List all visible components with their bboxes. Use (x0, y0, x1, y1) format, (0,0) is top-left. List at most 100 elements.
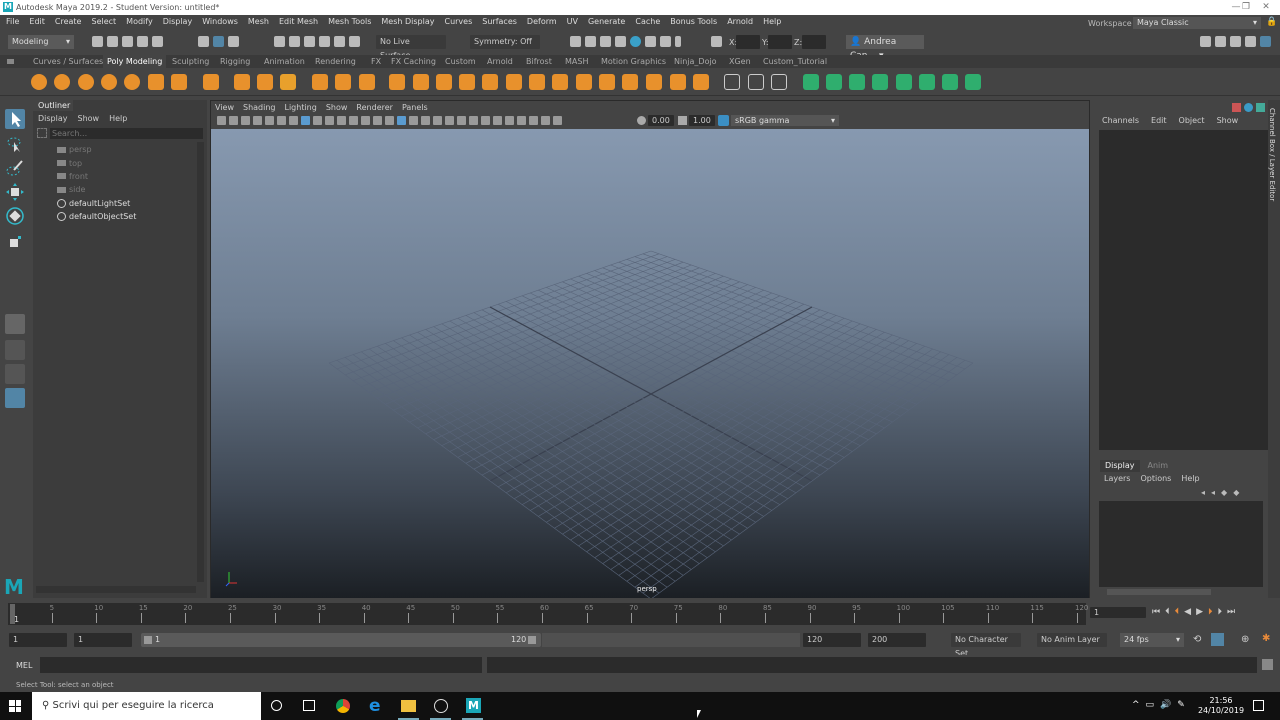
shelf-tab-ninja-dojo[interactable]: Ninja_Dojo (674, 55, 717, 68)
shelf-tab-xgen[interactable]: XGen (729, 55, 751, 68)
z-input[interactable] (802, 35, 826, 49)
mirror-icon[interactable] (413, 74, 429, 90)
color-space-dropdown[interactable]: sRGB gamma ▾ (731, 115, 839, 126)
outliner-menu-display[interactable]: Display (38, 112, 68, 125)
anti-aliasing-icon[interactable] (481, 116, 490, 125)
channel-menu-object[interactable]: Object (1179, 115, 1205, 127)
xray-joints-icon[interactable] (529, 116, 538, 125)
menu-file[interactable]: File (6, 15, 19, 29)
select-component-icon[interactable] (228, 36, 239, 47)
shelf-tab-fx-caching[interactable]: FX Caching (391, 55, 436, 68)
super-shape-icon[interactable] (234, 74, 250, 90)
outliner-menu-show[interactable]: Show (78, 112, 100, 125)
depth-of-field-icon[interactable] (493, 116, 502, 125)
layer-menu-options[interactable]: Options (1140, 473, 1171, 485)
save-scene-icon[interactable] (122, 36, 133, 47)
shelf-tab-custom[interactable]: Custom (445, 55, 476, 68)
cortana-icon[interactable] (271, 700, 282, 711)
smooth-shade-icon[interactable] (397, 116, 406, 125)
outliner-horizontal-scrollbar[interactable] (36, 586, 196, 593)
file-explorer-icon[interactable] (401, 700, 416, 712)
network-icon[interactable]: ▭ (1146, 700, 1155, 710)
shelf-tab-mash[interactable]: MASH (565, 55, 588, 68)
volume-icon[interactable]: 🔊 (1160, 700, 1171, 710)
multi-cut-icon[interactable] (576, 74, 592, 90)
smooth-icon[interactable] (359, 74, 375, 90)
new-scene-icon[interactable] (92, 36, 103, 47)
hypershade-icon[interactable] (615, 36, 626, 47)
menu-mesh-tools[interactable]: Mesh Tools (328, 15, 371, 29)
snap-live-icon[interactable] (349, 36, 360, 47)
transfer-attributes-icon[interactable] (771, 74, 787, 90)
ambient-occlusion-icon[interactable] (457, 116, 466, 125)
channel-menu-show[interactable]: Show (1217, 115, 1239, 127)
motion-blur-icon[interactable] (469, 116, 478, 125)
workspace-dropdown[interactable]: Maya Classic ▾ (1133, 17, 1261, 29)
outliner-vertical-scrollbar[interactable] (197, 142, 204, 582)
viewport-menu-panels[interactable]: Panels (402, 102, 428, 114)
windows-start-icon[interactable] (9, 700, 21, 712)
viewport-menu-renderer[interactable]: Renderer (356, 102, 393, 114)
layer-tab-anim[interactable]: Anim (1140, 460, 1177, 472)
planar-uv-icon[interactable] (826, 74, 842, 90)
outliner-item[interactable]: defaultObjectSet (57, 210, 197, 223)
user-account-button[interactable]: 👤 Andrea Can... ▾ (846, 35, 924, 61)
outliner-item[interactable]: top (57, 156, 197, 169)
offset-edge-loop-icon[interactable] (724, 74, 740, 90)
fill-hole-icon[interactable] (552, 74, 568, 90)
snap-surface-icon[interactable] (334, 36, 345, 47)
cylindrical-uv-icon[interactable] (872, 74, 888, 90)
uv-editor-icon[interactable] (803, 74, 819, 90)
anim-layer-dropdown[interactable]: No Anim Layer (1037, 633, 1107, 647)
end-time-input[interactable]: 120 (803, 633, 861, 647)
gamma-input[interactable]: 1.00 (689, 115, 715, 126)
pause-icon[interactable] (675, 36, 681, 47)
layer-tab-display[interactable]: Display (1100, 460, 1140, 472)
live-surface-field[interactable]: No Live Surface (376, 35, 446, 60)
resolution-gate-icon[interactable] (325, 116, 334, 125)
target-weld-icon[interactable] (599, 74, 615, 90)
channel-box-side-tab[interactable]: Channel Box / Layer Editor (1268, 100, 1280, 598)
fps-dropdown[interactable]: 24 fps ▾ (1120, 633, 1184, 647)
x-input[interactable] (736, 35, 760, 49)
menu-uv[interactable]: UV (567, 15, 578, 29)
snap-point-icon[interactable] (304, 36, 315, 47)
plane-icon[interactable] (148, 74, 164, 90)
menu-help[interactable]: Help (763, 15, 781, 29)
2d-pan-zoom-icon[interactable] (277, 116, 286, 125)
attribute-editor-icon[interactable] (1230, 36, 1241, 47)
menu-mesh-display[interactable]: Mesh Display (381, 15, 434, 29)
loop-icon[interactable]: ⟲ (1193, 634, 1201, 645)
move-tool-icon[interactable] (5, 182, 25, 202)
cylinder-icon[interactable] (78, 74, 94, 90)
mel-label[interactable]: MEL (16, 661, 32, 670)
connect-icon[interactable] (622, 74, 638, 90)
shelf-tab-rendering[interactable]: Rendering (315, 55, 356, 68)
render-settings-icon[interactable] (600, 36, 611, 47)
time-slider[interactable]: 5 10 15 20 25 30 35 40 45 50 55 60 65 70 75 80 85 90 95 100… (0, 600, 1280, 628)
shelf-tab-rigging[interactable]: Rigging (220, 55, 250, 68)
symmetry-dropdown[interactable]: Symmetry: Off (470, 35, 540, 49)
select-hierarchy-icon[interactable] (198, 36, 209, 47)
rotate-tool-icon[interactable] (5, 206, 25, 226)
textured-icon[interactable] (421, 116, 430, 125)
image-plane-icon[interactable] (265, 116, 274, 125)
sphere-icon[interactable] (31, 74, 47, 90)
go-to-start-icon[interactable]: ⏮ (1152, 607, 1160, 617)
filter-icon[interactable] (37, 128, 47, 138)
lock-icon[interactable]: 🔒 (1266, 17, 1277, 27)
grid-icon[interactable] (301, 116, 310, 125)
menu-cache[interactable]: Cache (635, 15, 660, 29)
torus-icon[interactable] (124, 74, 140, 90)
move-layer-down-icon[interactable]: ◂ (1211, 488, 1215, 497)
select-object-icon[interactable] (213, 36, 224, 47)
shelf-tab-arnold[interactable]: Arnold (487, 55, 513, 68)
outliner-layout-icon[interactable] (5, 388, 25, 408)
redo-icon[interactable] (152, 36, 163, 47)
cone-icon[interactable] (101, 74, 117, 90)
shelf-tab-animation[interactable]: Animation (264, 55, 305, 68)
platonic-icon[interactable] (203, 74, 219, 90)
shelf-tab-fx[interactable]: FX (371, 55, 381, 68)
channel-box-icon[interactable] (1244, 103, 1253, 112)
shelf-tab-custom-tutorial[interactable]: Custom_Tutorial (763, 55, 827, 68)
